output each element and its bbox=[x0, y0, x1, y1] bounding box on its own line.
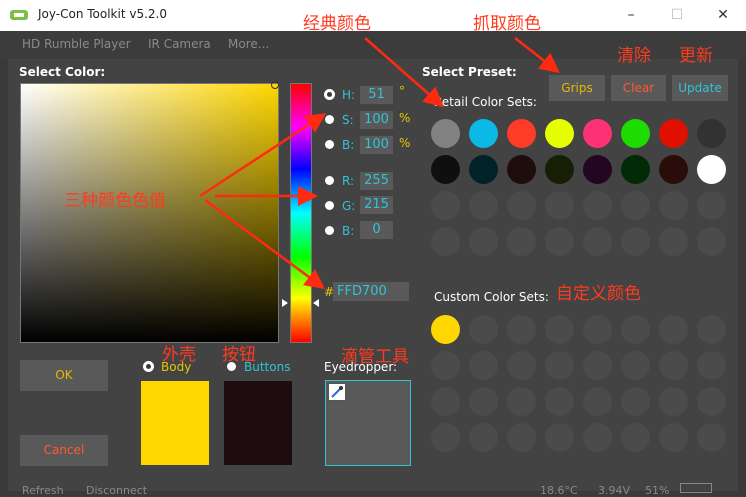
empty-swatch[interactable] bbox=[469, 191, 498, 220]
empty-swatch[interactable] bbox=[621, 191, 650, 220]
color-swatch[interactable] bbox=[431, 119, 460, 148]
empty-swatch[interactable] bbox=[621, 351, 650, 380]
empty-swatch[interactable] bbox=[469, 351, 498, 380]
empty-swatch[interactable] bbox=[507, 387, 536, 416]
color-swatch[interactable] bbox=[545, 155, 574, 184]
empty-swatch[interactable] bbox=[545, 227, 574, 256]
color-swatch[interactable] bbox=[545, 119, 574, 148]
color-swatch[interactable] bbox=[431, 315, 460, 344]
color-swatch[interactable] bbox=[469, 155, 498, 184]
empty-swatch[interactable] bbox=[507, 351, 536, 380]
empty-swatch[interactable] bbox=[507, 423, 536, 452]
battery-icon bbox=[680, 483, 712, 493]
empty-swatch[interactable] bbox=[659, 227, 688, 256]
color-swatch[interactable] bbox=[583, 155, 612, 184]
empty-swatch[interactable] bbox=[431, 387, 460, 416]
empty-swatch[interactable] bbox=[621, 423, 650, 452]
empty-swatch[interactable] bbox=[507, 227, 536, 256]
empty-swatch[interactable] bbox=[583, 191, 612, 220]
empty-swatch[interactable] bbox=[545, 387, 574, 416]
color-swatch[interactable] bbox=[659, 119, 688, 148]
empty-swatch[interactable] bbox=[697, 227, 726, 256]
empty-swatch[interactable] bbox=[583, 423, 612, 452]
empty-swatch[interactable] bbox=[545, 351, 574, 380]
color-swatch[interactable] bbox=[621, 119, 650, 148]
empty-swatch[interactable] bbox=[545, 191, 574, 220]
empty-swatch[interactable] bbox=[697, 191, 726, 220]
empty-swatch[interactable] bbox=[621, 315, 650, 344]
empty-swatch[interactable] bbox=[507, 315, 536, 344]
empty-swatch[interactable] bbox=[545, 423, 574, 452]
empty-swatch[interactable] bbox=[697, 351, 726, 380]
empty-swatch[interactable] bbox=[697, 423, 726, 452]
empty-swatch[interactable] bbox=[431, 351, 460, 380]
empty-swatch[interactable] bbox=[621, 387, 650, 416]
color-swatch[interactable] bbox=[507, 119, 536, 148]
color-swatch[interactable] bbox=[621, 155, 650, 184]
empty-swatch[interactable] bbox=[583, 315, 612, 344]
empty-swatch[interactable] bbox=[697, 387, 726, 416]
empty-swatch[interactable] bbox=[659, 191, 688, 220]
empty-swatch[interactable] bbox=[659, 423, 688, 452]
empty-swatch[interactable] bbox=[469, 423, 498, 452]
empty-swatch[interactable] bbox=[469, 387, 498, 416]
color-swatch[interactable] bbox=[697, 119, 726, 148]
empty-swatch[interactable] bbox=[469, 227, 498, 256]
empty-swatch[interactable] bbox=[583, 227, 612, 256]
empty-swatch[interactable] bbox=[545, 315, 574, 344]
color-swatch[interactable] bbox=[431, 155, 460, 184]
empty-swatch[interactable] bbox=[583, 351, 612, 380]
color-swatch[interactable] bbox=[469, 119, 498, 148]
empty-swatch[interactable] bbox=[659, 315, 688, 344]
color-swatch[interactable] bbox=[507, 155, 536, 184]
color-swatch[interactable] bbox=[659, 155, 688, 184]
empty-swatch[interactable] bbox=[659, 351, 688, 380]
empty-swatch[interactable] bbox=[431, 227, 460, 256]
empty-swatch[interactable] bbox=[697, 315, 726, 344]
empty-swatch[interactable] bbox=[659, 387, 688, 416]
color-swatch[interactable] bbox=[583, 119, 612, 148]
empty-swatch[interactable] bbox=[621, 227, 650, 256]
empty-swatch[interactable] bbox=[431, 423, 460, 452]
empty-swatch[interactable] bbox=[431, 191, 460, 220]
empty-swatch[interactable] bbox=[583, 387, 612, 416]
empty-swatch[interactable] bbox=[507, 191, 536, 220]
empty-swatch[interactable] bbox=[469, 315, 498, 344]
color-swatch[interactable] bbox=[697, 155, 726, 184]
